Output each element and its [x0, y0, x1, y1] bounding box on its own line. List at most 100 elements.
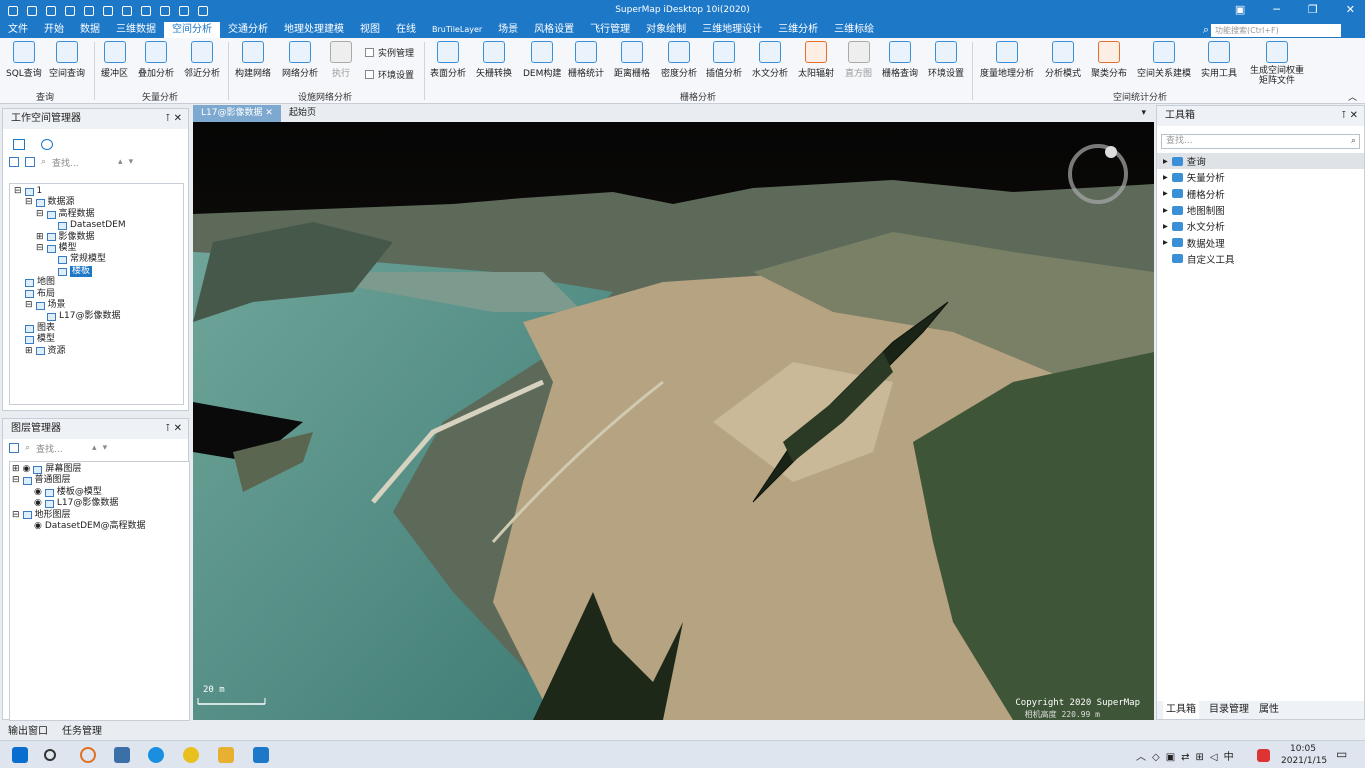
tree-node[interactable]: 常规模型	[14, 254, 179, 265]
tab-start-page[interactable]: 起始页	[281, 105, 324, 122]
tab-properties[interactable]: 属性	[1259, 701, 1279, 719]
build-network-button[interactable]: 构建网络	[235, 41, 271, 79]
toolbox-item[interactable]: ▸ 查询	[1157, 153, 1364, 170]
input-method-icon[interactable]	[1257, 749, 1270, 762]
menu-item[interactable]: 交通分析	[220, 22, 276, 38]
density-analysis-button[interactable]: 密度分析	[661, 41, 697, 79]
add-layer-icon[interactable]	[9, 443, 19, 453]
maximize-button[interactable]: ❐	[1308, 3, 1318, 16]
search-icon[interactable]	[44, 749, 56, 761]
notification-icon[interactable]: ▭	[1336, 747, 1347, 761]
hydrology-button[interactable]: 水文分析	[752, 41, 788, 79]
open-icon[interactable]	[9, 157, 19, 167]
tree-node[interactable]: DatasetDEM	[14, 220, 179, 231]
datasource-icon[interactable]	[41, 139, 53, 150]
vector-raster-convert-button[interactable]: 矢栅转换	[476, 41, 512, 79]
search-icon[interactable]: ⌕	[1203, 23, 1209, 37]
toolbox-item[interactable]: ▸ 矢量分析	[1157, 169, 1364, 185]
cluster-distribution-button[interactable]: 聚类分布	[1091, 41, 1127, 79]
dem-build-button[interactable]: DEM构建	[523, 41, 561, 79]
scene-view[interactable]: 20 m Copyright 2020 SuperMap 相机高度 220.99…	[193, 122, 1154, 720]
tree-node[interactable]: ⊞ 影像数据	[14, 232, 179, 243]
system-tray-icons[interactable]: ︿◇▣⇄⊞◁中	[1136, 748, 1240, 763]
analysis-pattern-button[interactable]: 分析模式	[1045, 41, 1081, 79]
menu-item[interactable]: 飞行管理	[582, 22, 638, 38]
supermap-app-icon[interactable]	[253, 747, 269, 763]
search-icon[interactable]: ⌕	[25, 443, 30, 453]
overlay-button[interactable]: 叠加分析	[138, 41, 174, 79]
menu-item[interactable]: 三维标绘	[826, 22, 882, 38]
doc-icon[interactable]	[25, 157, 35, 167]
output-window-tab[interactable]: 输出窗口	[8, 724, 48, 740]
tab-catalog[interactable]: 目录管理	[1209, 701, 1249, 719]
spatial-weight-matrix-button[interactable]: 生成空间权重矩阵文件	[1248, 41, 1306, 86]
proximity-button[interactable]: 邻近分析	[184, 41, 220, 79]
buffer-button[interactable]: 缓冲区	[101, 41, 128, 79]
menu-item[interactable]: 数据	[72, 22, 108, 38]
layer-node[interactable]: ◉ DatasetDEM@高程数据	[12, 521, 187, 532]
raster-stats-button[interactable]: 栅格统计	[568, 41, 604, 79]
distance-raster-button[interactable]: 距离栅格	[614, 41, 650, 79]
file-explorer-icon[interactable]	[218, 747, 234, 763]
calculator-icon[interactable]	[114, 747, 130, 763]
network-analysis-button[interactable]: 网络分析	[282, 41, 318, 79]
chevron-up-icon[interactable]: ▴	[118, 157, 123, 167]
layer-node[interactable]: ⊞ ◉ 屏幕图层	[12, 464, 187, 475]
close-icon[interactable]: ✕	[265, 108, 273, 118]
chevron-up-icon[interactable]: ▴	[92, 443, 97, 453]
toolbox-item[interactable]: ▸ 水文分析	[1157, 218, 1364, 234]
magnifier-app-icon[interactable]	[80, 747, 96, 763]
interpolation-button[interactable]: 插值分析	[706, 41, 742, 79]
tab-toolbox[interactable]: 工具箱	[1163, 701, 1199, 719]
chat-app-icon[interactable]	[183, 747, 199, 763]
menu-item[interactable]: 地理处理建模	[276, 22, 352, 38]
sql-query-button[interactable]: SQL查询	[6, 41, 42, 79]
execute-button[interactable]: 执行	[330, 41, 352, 79]
collapse-ribbon-icon[interactable]: ︿	[1348, 90, 1357, 103]
menu-item[interactable]: 对象绘制	[638, 22, 694, 38]
utility-tools-button[interactable]: 实用工具	[1201, 41, 1237, 79]
menu-item[interactable]: 空间分析	[164, 22, 220, 38]
workspace-icon[interactable]	[13, 139, 25, 150]
menu-item[interactable]: 在线	[388, 22, 424, 38]
tree-node[interactable]: 模型	[14, 334, 179, 345]
tree-node[interactable]: 楼板	[14, 265, 179, 278]
clock[interactable]: 10:05 2021/1/15	[1281, 743, 1327, 767]
workspace-search-input[interactable]: 查找...	[52, 156, 112, 169]
tab-l17-scene[interactable]: L17@影像数据 ✕	[193, 105, 281, 122]
menu-item[interactable]: 文件	[0, 22, 36, 38]
tree-node[interactable]: ⊟ 模型	[14, 243, 179, 254]
instance-manage-checkbox[interactable]: 实例管理	[365, 46, 414, 59]
tree-node[interactable]: 图表	[14, 323, 179, 334]
menu-item[interactable]: 三维地理设计	[694, 22, 770, 38]
tabs-dropdown-icon[interactable]: ▾	[1133, 105, 1154, 122]
chevron-down-icon[interactable]: ▾	[103, 443, 108, 453]
pin-close-icon[interactable]: ⊺ ✕	[1341, 106, 1358, 126]
tree-node[interactable]: ⊟ 1	[14, 186, 179, 197]
solar-radiation-button[interactable]: 太阳辐射	[798, 41, 834, 79]
toolbox-item[interactable]: ▸ 栅格分析	[1157, 186, 1364, 202]
histogram-button[interactable]: 直方图	[845, 41, 872, 79]
toolbox-item[interactable]: ▸ 地图制图	[1157, 202, 1364, 218]
windows-start-icon[interactable]	[12, 747, 28, 763]
menu-item[interactable]: BruTileLayer	[424, 22, 490, 38]
menu-item[interactable]: 三维分析	[770, 22, 826, 38]
env-settings-checkbox[interactable]: 环境设置	[365, 68, 414, 81]
pin-close-icon[interactable]: ⊺ ✕	[165, 419, 182, 439]
tree-node[interactable]: L17@影像数据	[14, 311, 179, 322]
menu-item[interactable]: 三维数据	[108, 22, 164, 38]
spatial-relation-button[interactable]: 空间关系建模	[1137, 41, 1191, 79]
pin-close-icon[interactable]: ⊺ ✕	[165, 109, 182, 129]
tree-node[interactable]: ⊟ 场景	[14, 300, 179, 311]
toolbox-item[interactable]: ▸ 数据处理	[1157, 234, 1364, 250]
toolbox-search-input[interactable]: 查找... ⌕	[1161, 134, 1360, 149]
restore-layout-icon[interactable]: ▣	[1235, 3, 1245, 16]
menu-item[interactable]: 开始	[36, 22, 72, 38]
raster-query-button[interactable]: 栅格查询	[882, 41, 918, 79]
menu-item[interactable]: 场景	[490, 22, 526, 38]
layer-node[interactable]: ◉ L17@影像数据	[12, 498, 187, 509]
tree-node[interactable]: ⊞ 资源	[14, 346, 179, 357]
search-icon[interactable]: ⌕	[41, 157, 46, 167]
surface-analysis-button[interactable]: 表面分析	[430, 41, 466, 79]
spatial-query-button[interactable]: 空间查询	[49, 41, 85, 79]
